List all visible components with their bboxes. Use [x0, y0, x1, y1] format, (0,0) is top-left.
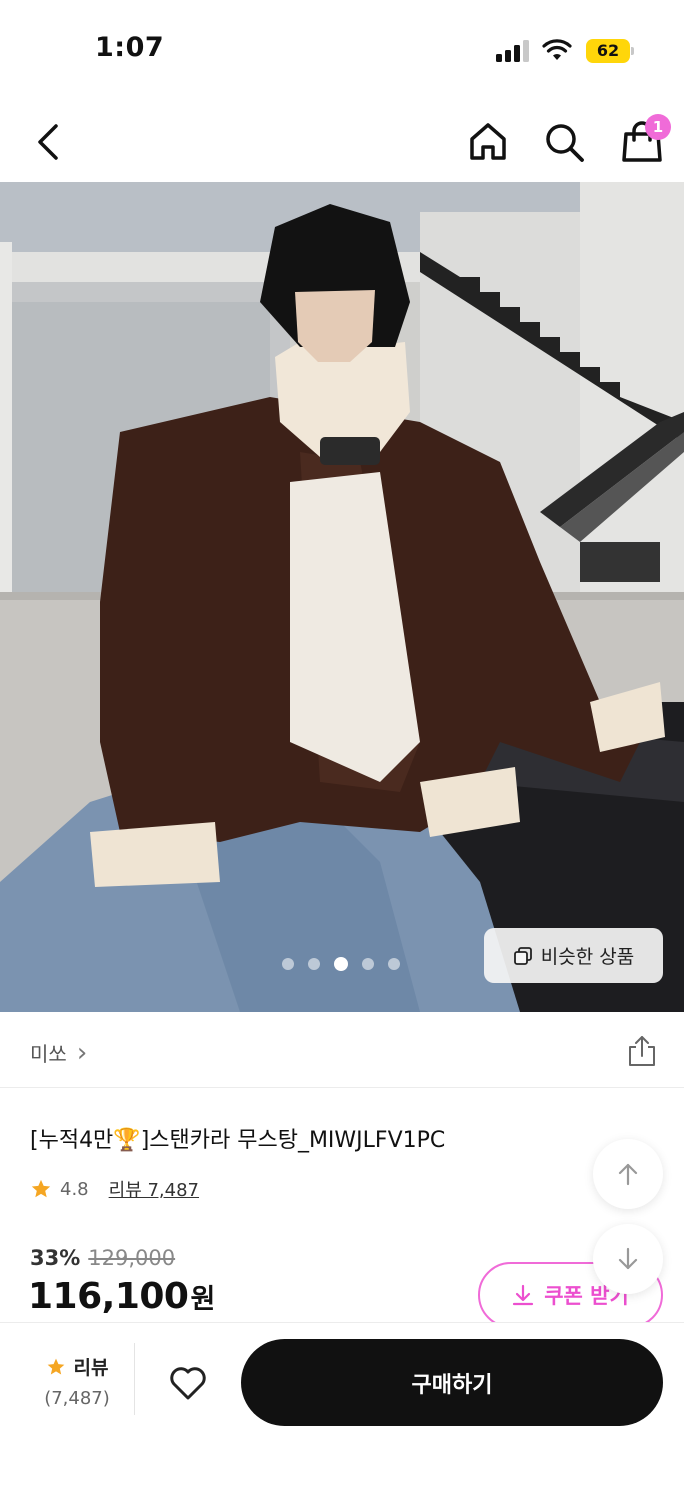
price-currency: 원: [190, 1284, 216, 1315]
buy-button[interactable]: 구매하기: [241, 1339, 663, 1426]
product-image-carousel[interactable]: [0, 182, 684, 1012]
search-icon[interactable]: [542, 120, 586, 164]
bottom-action-bar: 리뷰 (7,487) 구매하기: [0, 1322, 684, 1500]
download-icon: [513, 1284, 534, 1306]
similar-products-label: 비슷한 상품: [540, 946, 635, 968]
brand-name: 미쏘: [30, 1042, 67, 1066]
home-icon[interactable]: [466, 120, 510, 164]
carousel-dot[interactable]: [282, 958, 294, 970]
rating-score: 4.8: [60, 1178, 89, 1200]
review-count: (7,487): [44, 1388, 110, 1409]
battery-level: 62: [586, 39, 630, 63]
wifi-icon: [542, 39, 572, 60]
discount-rate: 33%: [30, 1246, 81, 1270]
price-value: 116,100: [28, 1276, 189, 1317]
cart-count-badge: 1: [645, 114, 671, 140]
review-label: 리뷰: [73, 1357, 109, 1379]
rating-row: 4.8 리뷰 7,487: [30, 1176, 199, 1202]
top-nav: [0, 100, 684, 182]
price-discount-line: 33% 129,000: [30, 1246, 175, 1270]
brand-link[interactable]: 미쏘 ›: [30, 1038, 87, 1067]
original-price: 129,000: [88, 1246, 176, 1270]
scroll-bottom-button[interactable]: [593, 1224, 663, 1294]
star-icon: [47, 1358, 64, 1374]
review-count-link[interactable]: 리뷰 7,487: [109, 1176, 199, 1202]
similar-products-button[interactable]: 비슷한 상품: [484, 928, 663, 983]
star-icon: [31, 1179, 51, 1198]
scroll-top-button[interactable]: [593, 1139, 663, 1209]
divider: [134, 1343, 135, 1415]
chevron-right-icon: ›: [76, 1037, 88, 1068]
cellular-signal-icon: [496, 40, 529, 62]
carousel-indicator: [282, 957, 400, 971]
review-summary-button[interactable]: 리뷰 (7,487): [22, 1353, 132, 1423]
carousel-dot[interactable]: [362, 958, 374, 970]
battery-indicator: 62: [586, 39, 634, 63]
product-title: [누적4만🏆]스탠카라 무스탕_MIWJLFV1PC: [30, 1128, 446, 1153]
carousel-dot[interactable]: [388, 958, 400, 970]
share-icon[interactable]: [626, 1035, 658, 1067]
carousel-dot[interactable]: [308, 958, 320, 970]
copy-icon: [513, 946, 532, 965]
product-photo: [0, 182, 684, 1012]
status-time: 1:07: [95, 32, 165, 63]
final-price: 116,100 원: [28, 1276, 215, 1317]
arrow-down-icon: [618, 1247, 638, 1270]
brand-row: 미쏘 ›: [0, 1012, 684, 1088]
chevron-left-icon[interactable]: [28, 120, 72, 164]
heart-icon[interactable]: [166, 1361, 210, 1405]
carousel-dot-active[interactable]: [334, 957, 348, 971]
arrow-up-icon: [618, 1163, 638, 1186]
status-bar: 1:07 62: [0, 0, 684, 100]
